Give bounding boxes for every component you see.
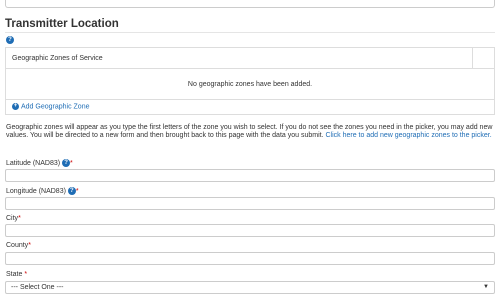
column-header-actions (472, 48, 494, 68)
previous-field-input[interactable] (5, 0, 495, 8)
zones-help-text: Geographic zones will appear as you type… (6, 124, 495, 140)
empty-message: No geographic zones have been added. (187, 81, 313, 88)
state-required-mark: * (24, 271, 28, 278)
county-label: County* (6, 242, 31, 249)
state-select[interactable]: --- Select One --- ▼ (5, 281, 495, 294)
state-select-value: --- Select One --- (11, 284, 64, 291)
city-label: City* (6, 215, 21, 222)
longitude-required-mark: * (75, 187, 79, 195)
city-label-text: City (6, 215, 19, 222)
state-label-text: State (6, 271, 23, 278)
add-zones-link[interactable]: Click here to add new geographic zones t… (325, 132, 491, 139)
section-title: Transmitter Location (5, 18, 119, 30)
county-input[interactable] (5, 252, 495, 265)
county-required-mark: * (28, 242, 31, 249)
geographic-zones-table: Geographic Zones of Service No geographi… (5, 47, 495, 100)
county-label-text: County (6, 242, 29, 249)
latitude-help-icon[interactable]: ? (62, 159, 71, 167)
add-zone-row: + Add Geographic Zone (5, 100, 495, 115)
latitude-required-mark: * (70, 159, 73, 167)
help-icon[interactable]: ? (6, 36, 14, 44)
table-header: Geographic Zones of Service (6, 48, 494, 69)
plus-circle-icon: + (12, 103, 19, 110)
city-input[interactable] (5, 224, 495, 237)
state-label: State * (6, 271, 27, 278)
city-required-mark: * (18, 215, 21, 222)
longitude-label: Longitude (NAD83) ? * (6, 187, 79, 195)
column-header-zones: Geographic Zones of Service (12, 55, 103, 62)
longitude-help-icon[interactable]: ? (67, 187, 76, 195)
chevron-down-icon: ▼ (483, 284, 489, 290)
latitude-label-text: Latitude (NAD83) (6, 159, 61, 167)
longitude-input[interactable] (5, 197, 495, 210)
add-geographic-zone-label: Add Geographic Zone (21, 103, 90, 111)
add-geographic-zone-link[interactable]: + Add Geographic Zone (12, 103, 90, 110)
section-divider (5, 32, 495, 33)
latitude-input[interactable] (5, 169, 495, 182)
longitude-label-text: Longitude (NAD83) (6, 187, 66, 195)
latitude-label: Latitude (NAD83) ? * (6, 159, 73, 167)
